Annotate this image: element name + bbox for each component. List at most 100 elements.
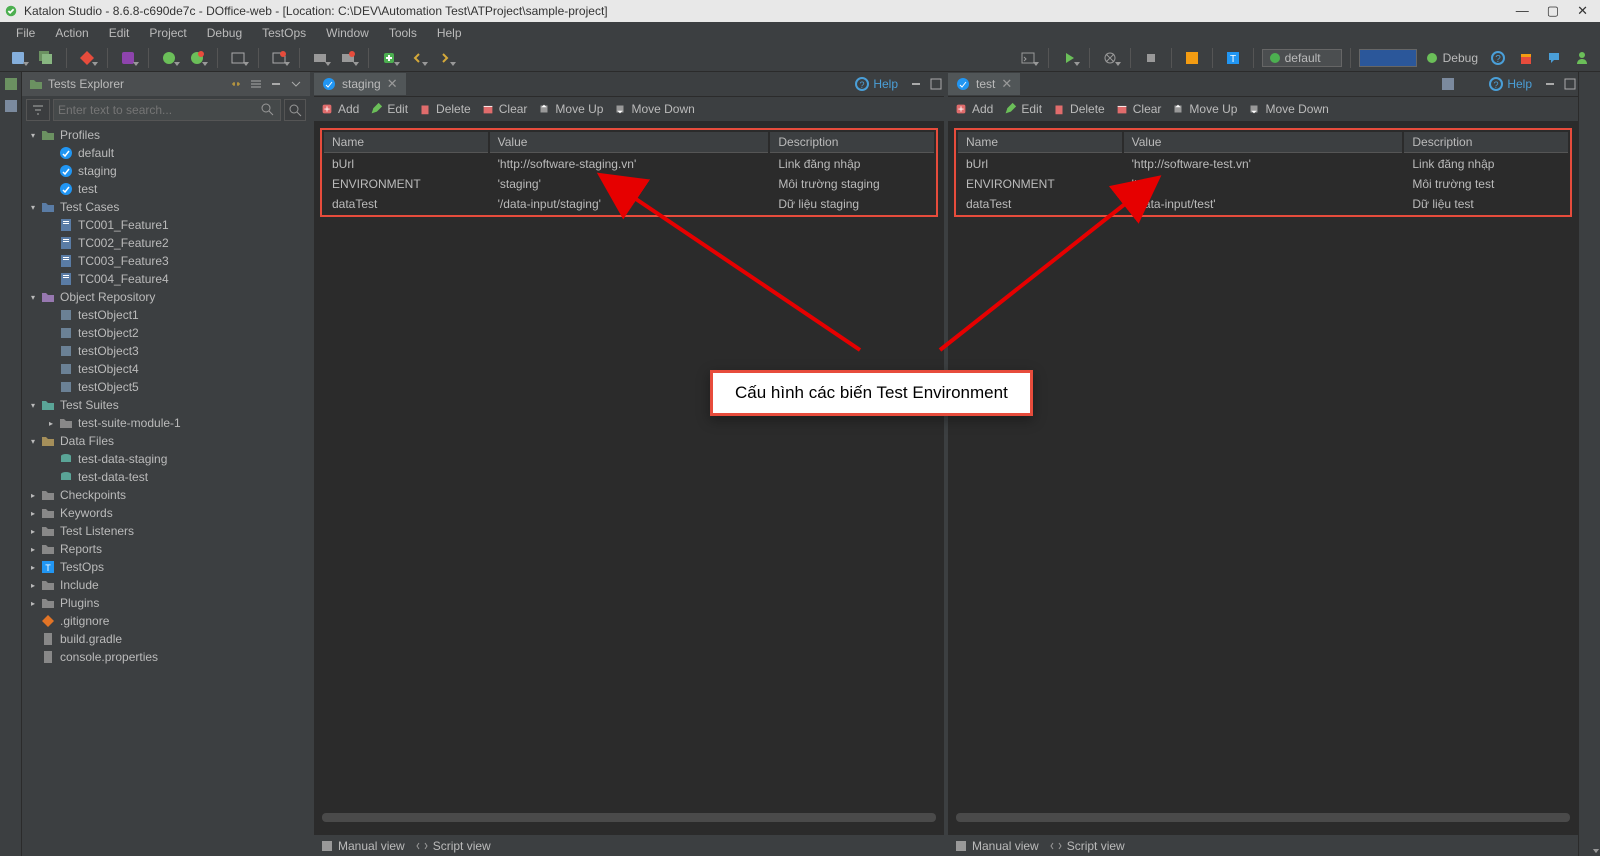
tree-node[interactable]: ▾Profiles <box>22 126 310 144</box>
link-editor-icon[interactable] <box>228 76 244 92</box>
column-header[interactable]: Description <box>770 132 934 153</box>
tree-node[interactable]: ▸Keywords <box>22 504 310 522</box>
keyword-browser-icon[interactable] <box>3 98 19 114</box>
toolbar-delete-button[interactable]: Delete <box>418 102 471 116</box>
feedback-icon[interactable] <box>1542 47 1566 69</box>
record-windows-button[interactable] <box>267 47 291 69</box>
tree-node[interactable]: ▾Test Suites <box>22 396 310 414</box>
tree-node[interactable]: ▸Plugins <box>22 594 310 612</box>
testops-icon[interactable]: T <box>1221 47 1245 69</box>
debug-button[interactable] <box>1098 47 1122 69</box>
toolbar-delete-button[interactable]: Delete <box>1052 102 1105 116</box>
explorer-toggle-icon[interactable] <box>3 76 19 92</box>
tree-node[interactable]: ▾Test Cases <box>22 198 310 216</box>
column-header[interactable]: Name <box>324 132 488 153</box>
search-input[interactable] <box>58 103 260 117</box>
menu-tools[interactable]: Tools <box>379 24 427 42</box>
menu-action[interactable]: Action <box>45 24 98 42</box>
table-cell[interactable]: Môi trường test <box>1404 175 1568 193</box>
table-cell[interactable]: 'staging' <box>490 175 769 193</box>
table-cell[interactable]: '/data-input/staging' <box>490 195 769 213</box>
toolbar-clear-button[interactable]: Clear <box>481 102 528 116</box>
run-button[interactable] <box>1057 47 1081 69</box>
save-all-button[interactable] <box>34 47 58 69</box>
table-cell[interactable]: dataTest <box>324 195 488 213</box>
menu-help[interactable]: Help <box>427 24 472 42</box>
record-web-button[interactable] <box>116 47 140 69</box>
close-tab-icon[interactable]: ✕ <box>1001 76 1012 92</box>
menu-debug[interactable]: Debug <box>197 24 252 42</box>
tree-node[interactable]: .gitignore <box>22 612 310 630</box>
toolbar-move-up-button[interactable]: Move Up <box>537 102 603 116</box>
editor-tab[interactable]: staging✕ <box>314 73 406 95</box>
stop-button[interactable] <box>1139 47 1163 69</box>
menu-file[interactable]: File <box>6 24 45 42</box>
table-row[interactable]: bUrl'http://software-test.vn'Link đăng n… <box>958 155 1568 173</box>
variables-table[interactable]: NameValueDescriptionbUrl'http://software… <box>322 130 936 215</box>
view-menu-icon[interactable] <box>288 76 304 92</box>
toolbar-add-button[interactable]: Add <box>320 102 359 116</box>
table-cell[interactable]: Link đăng nhập <box>770 155 934 173</box>
record-mobile-button[interactable] <box>185 47 209 69</box>
toolbar-move-down-button[interactable]: Move Down <box>1247 102 1328 116</box>
tree-node[interactable]: console.properties <box>22 648 310 666</box>
collapse-all-icon[interactable] <box>248 76 264 92</box>
minimize-view-icon[interactable] <box>268 76 284 92</box>
table-row[interactable]: ENVIRONMENT'test'Môi trường test <box>958 175 1568 193</box>
minimize-button[interactable]: — <box>1516 3 1529 19</box>
profile-selector[interactable]: default <box>1262 49 1341 67</box>
testcloud-button[interactable] <box>1180 47 1204 69</box>
table-row[interactable]: dataTest'/data-input/staging'Dữ liệu sta… <box>324 195 934 213</box>
tree-node[interactable]: test-data-test <box>22 468 310 486</box>
tree-node[interactable]: TC001_Feature1 <box>22 216 310 234</box>
tree-node[interactable]: staging <box>22 162 310 180</box>
spy-web-button[interactable] <box>75 47 99 69</box>
table-row[interactable]: bUrl'http://software-staging.vn'Link đăn… <box>324 155 934 173</box>
tree-node[interactable]: test <box>22 180 310 198</box>
table-cell[interactable]: 'test' <box>1124 175 1403 193</box>
help-link[interactable]: ?Help <box>855 77 898 91</box>
tree-node[interactable]: ▾Data Files <box>22 432 310 450</box>
explorer-tree[interactable]: ▾Profilesdefaultstagingtest▾Test CasesTC… <box>22 124 310 856</box>
forward-button[interactable] <box>433 47 457 69</box>
tree-node[interactable]: default <box>22 144 310 162</box>
horizontal-scrollbar[interactable] <box>322 813 936 822</box>
tree-node[interactable]: ▸Checkpoints <box>22 486 310 504</box>
tree-node[interactable]: testObject5 <box>22 378 310 396</box>
manual-view-tab[interactable]: Manual view <box>320 839 405 853</box>
editor-tab[interactable]: test✕ <box>948 73 1020 95</box>
terminal-button[interactable] <box>1016 47 1040 69</box>
search-field-wrap[interactable] <box>53 99 281 121</box>
toolbar-edit-button[interactable]: Edit <box>369 102 408 116</box>
tree-node[interactable]: TC004_Feature4 <box>22 270 310 288</box>
manual-view-tab[interactable]: Manual view <box>954 839 1039 853</box>
tree-node[interactable]: ▸Reports <box>22 540 310 558</box>
table-cell[interactable]: Link đăng nhập <box>1404 155 1568 173</box>
menu-project[interactable]: Project <box>139 24 196 42</box>
column-header[interactable]: Name <box>958 132 1122 153</box>
toolbar-edit-button[interactable]: Edit <box>1003 102 1042 116</box>
tree-node[interactable]: TC002_Feature2 <box>22 234 310 252</box>
script-view-tab[interactable]: Script view <box>415 839 491 853</box>
maximize-pane-icon[interactable] <box>928 76 944 92</box>
help-toolbar-icon[interactable]: ? <box>1486 47 1510 69</box>
table-cell[interactable]: Môi trường staging <box>770 175 934 193</box>
maximize-button[interactable]: ▢ <box>1547 3 1559 19</box>
tree-node[interactable]: testObject1 <box>22 306 310 324</box>
user-icon[interactable] <box>1570 47 1594 69</box>
table-row[interactable]: dataTest'/data-input/test'Dữ liệu test <box>958 195 1568 213</box>
table-row[interactable]: ENVIRONMENT'staging'Môi trường staging <box>324 175 934 193</box>
table-cell[interactable]: Dữ liệu test <box>1404 195 1568 213</box>
tree-node[interactable]: build.gradle <box>22 630 310 648</box>
save-button[interactable] <box>6 47 30 69</box>
tree-node[interactable]: ▸test-suite-module-1 <box>22 414 310 432</box>
tree-node[interactable]: ▸TTestOps <box>22 558 310 576</box>
variables-table[interactable]: NameValueDescriptionbUrl'http://software… <box>956 130 1570 215</box>
script-view-tab[interactable]: Script view <box>1049 839 1125 853</box>
close-button[interactable]: ✕ <box>1577 3 1588 19</box>
tree-node[interactable]: ▸Test Listeners <box>22 522 310 540</box>
menu-testops[interactable]: TestOps <box>252 24 316 42</box>
toolbar-move-down-button[interactable]: Move Down <box>613 102 694 116</box>
table-cell[interactable]: ENVIRONMENT <box>958 175 1122 193</box>
spy-windows-button[interactable] <box>226 47 250 69</box>
